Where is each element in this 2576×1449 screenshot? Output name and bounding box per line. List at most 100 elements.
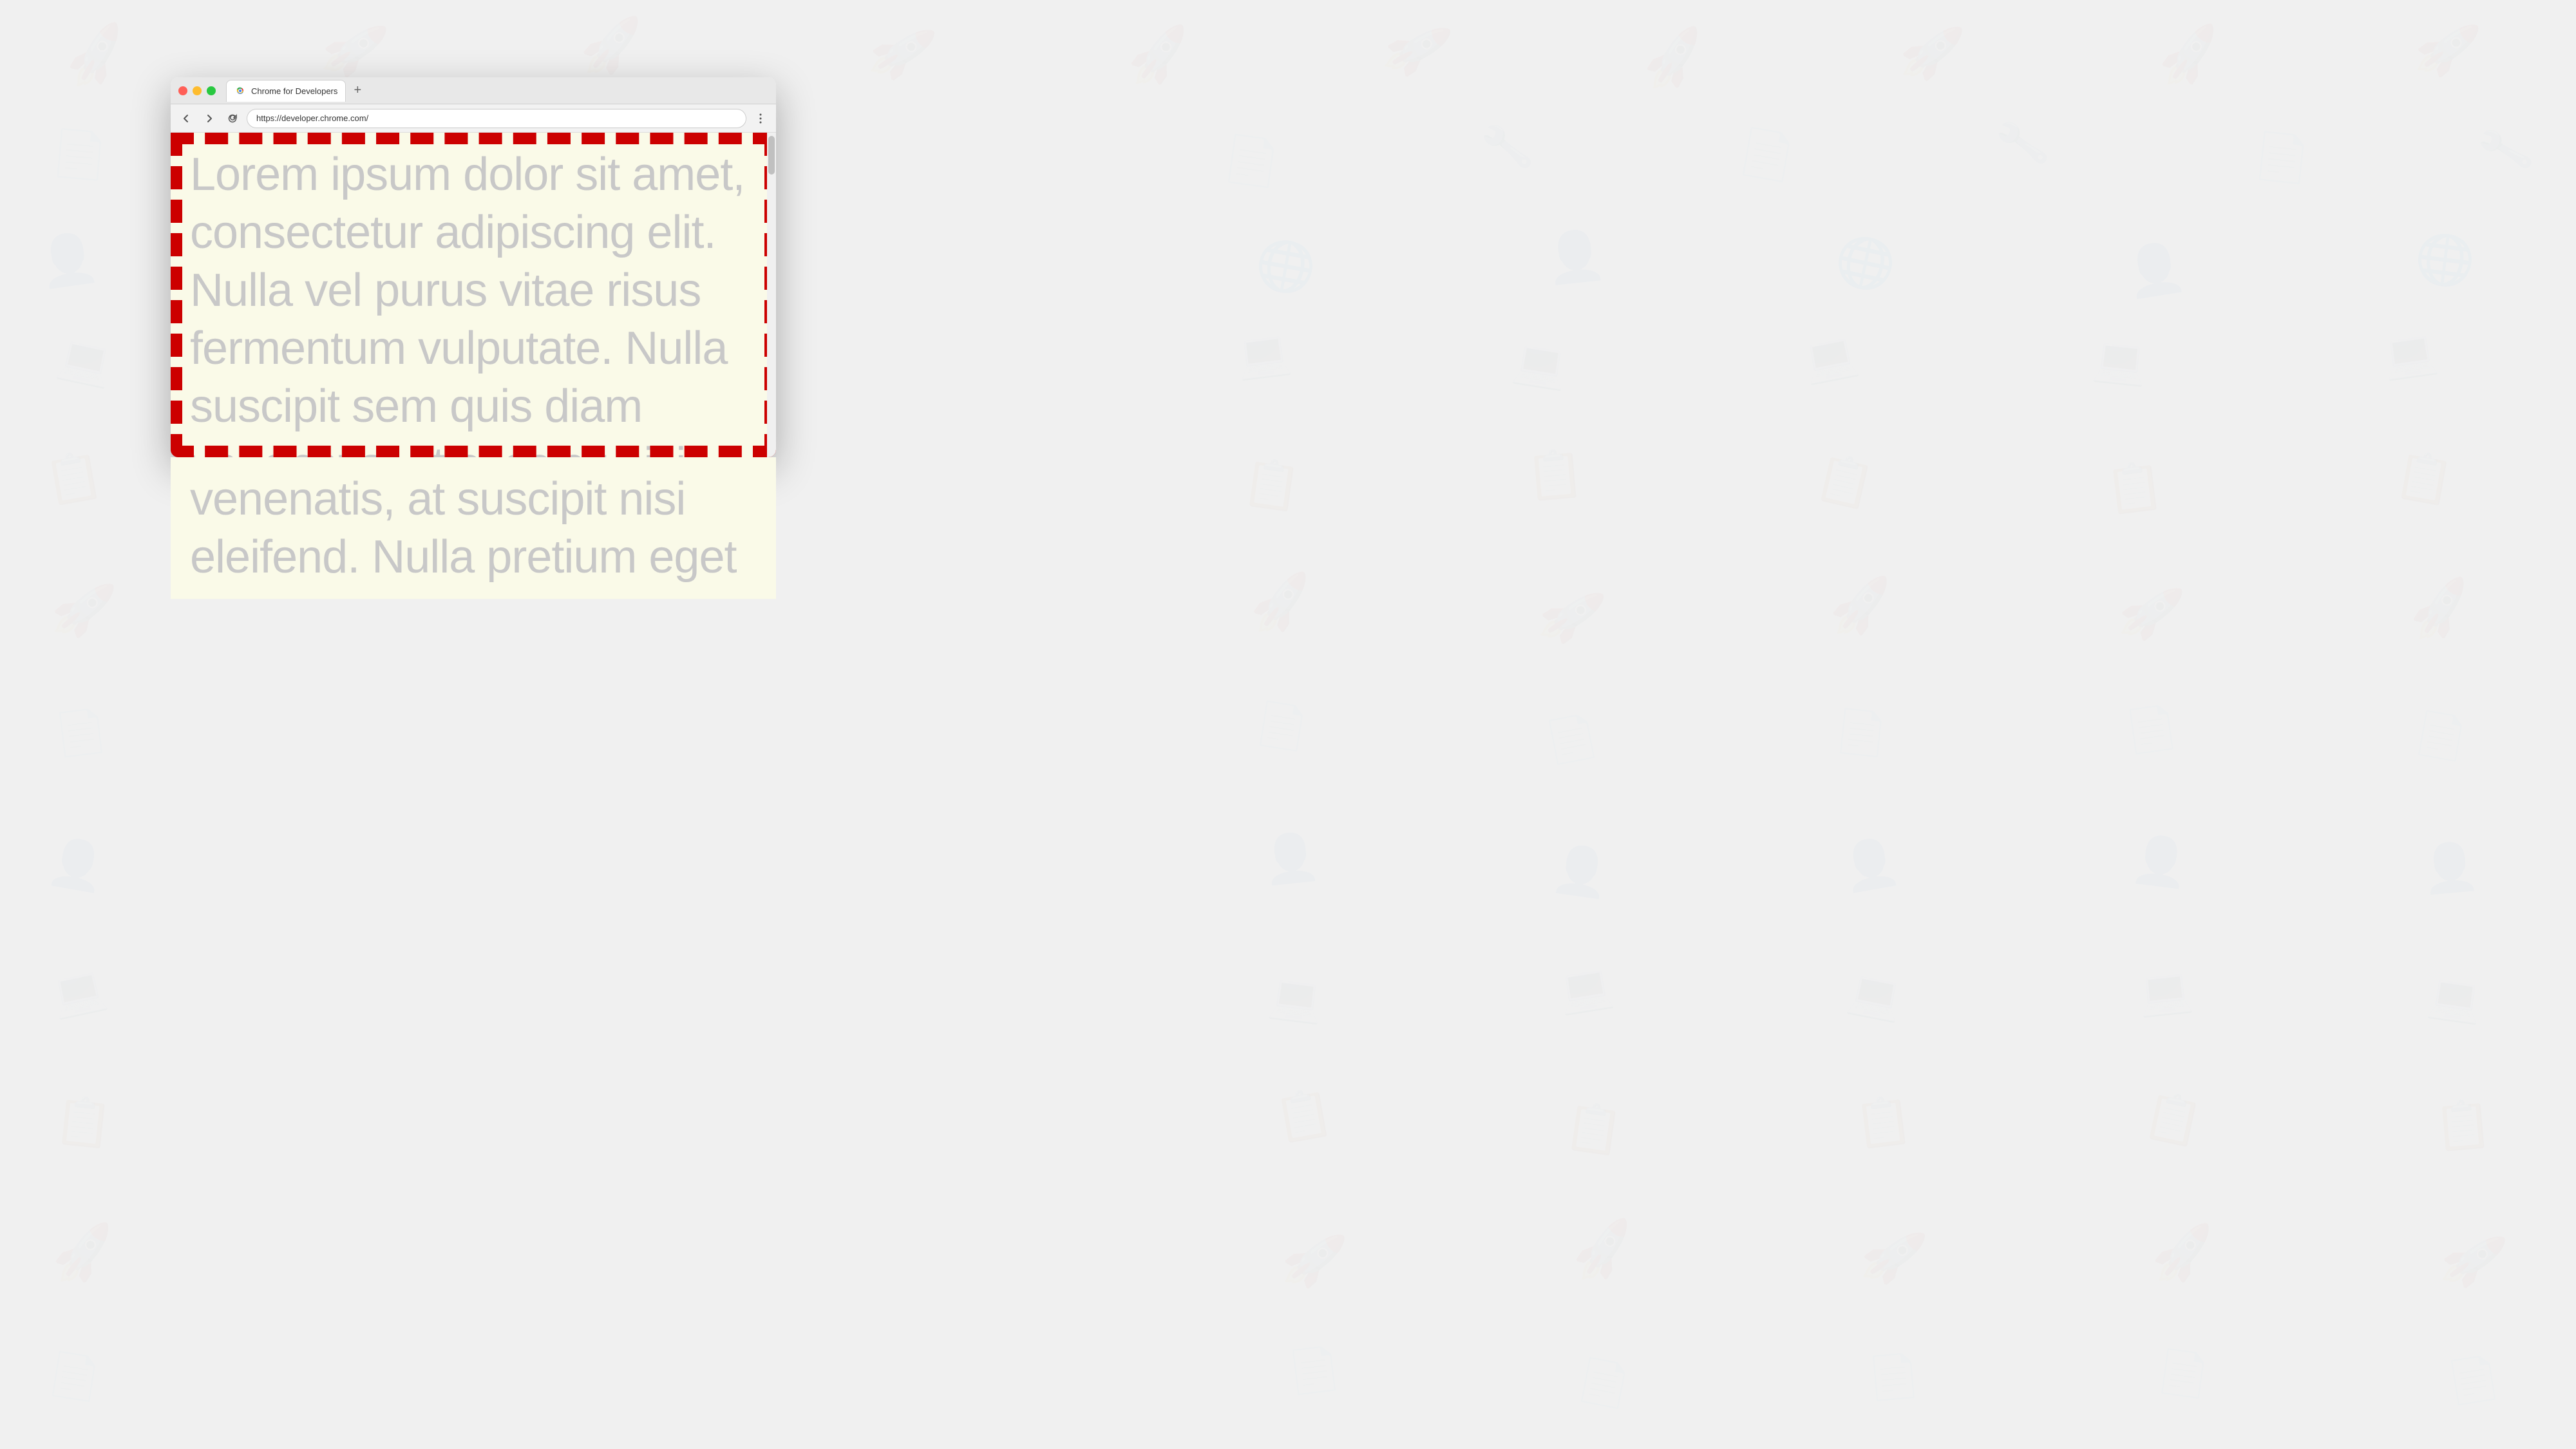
page-content: Lorem ipsum dolor sit amet, consectetur … — [171, 133, 776, 457]
deco-icon: 🚀 — [2148, 1220, 2218, 1287]
deco-html-badge: 📋 — [1811, 448, 1879, 515]
deco-globe-icon: 🌐 — [1251, 234, 1320, 300]
deco-icon: 🚀 — [1857, 1222, 1929, 1292]
close-button[interactable] — [178, 86, 187, 95]
below-browser-content: venenatis, at suscipit nisi eleifend. Nu… — [171, 457, 776, 599]
deco-html-badge: 📋 — [1524, 445, 1586, 504]
deco-person-icon: 👤 — [44, 833, 110, 896]
scrollbar[interactable] — [767, 133, 776, 457]
deco-html-icon: 📄 — [1573, 1354, 1634, 1412]
deco-html-icon: 📄 — [2251, 129, 2313, 188]
deco-icon: 🚀 — [1566, 1215, 1641, 1286]
browser-window: Chrome for Developers + — [171, 77, 776, 457]
nav-bar — [171, 104, 776, 133]
deco-person-icon: 👤 — [1543, 225, 1609, 288]
deco-icon: 🚀 — [2403, 574, 2478, 647]
deco-icon: 🚀 — [58, 19, 136, 94]
back-arrow-icon — [181, 113, 191, 124]
deco-person-icon: 👤 — [2419, 838, 2481, 897]
forward-button[interactable] — [200, 109, 218, 128]
window-controls — [178, 86, 216, 95]
deco-icon: 🚀 — [1278, 1227, 1349, 1294]
deco-code-icon: 💻 — [2136, 963, 2195, 1020]
deco-html-icon: 🔧 — [1479, 120, 1535, 174]
deco-icon: 🚀 — [1123, 22, 1195, 91]
deco-icon: 🚀 — [1897, 20, 1966, 86]
deco-html-icon: 📄 — [2411, 708, 2471, 765]
deco-person-icon: 👤 — [1260, 828, 1323, 889]
deco-html-badge: 📋 — [1240, 453, 1305, 516]
tab-area: Chrome for Developers + — [226, 80, 768, 102]
title-bar: Chrome for Developers + — [171, 77, 776, 104]
deco-html-badge: 📋 — [2391, 446, 2458, 510]
tab-title: Chrome for Developers — [251, 86, 337, 96]
deco-html-icon: 📄 — [1866, 1350, 1922, 1404]
deco-icon: 🚀 — [1245, 569, 1318, 638]
more-options-icon — [755, 113, 766, 124]
deco-html-icon: 📄 — [2444, 1352, 2503, 1408]
address-bar[interactable] — [247, 109, 746, 128]
deco-globe-icon: 🌐 — [2412, 229, 2478, 292]
deco-html-icon: 📄 — [1735, 124, 1799, 186]
deco-code-icon: 💻 — [1233, 325, 1294, 383]
deco-html-badge: 📋 — [2139, 1086, 2207, 1152]
forward-arrow-icon — [204, 113, 214, 124]
deco-icon: 🚀 — [1826, 573, 1896, 640]
deco-code-icon: 💻 — [2090, 332, 2150, 389]
deco-icon: 🚀 — [2411, 15, 2483, 84]
back-button[interactable] — [177, 109, 195, 128]
deco-html-badge: 📋 — [2432, 1095, 2494, 1155]
deco-html-badge: 📋 — [52, 1092, 115, 1153]
deco-code-icon: 💻 — [1799, 327, 1862, 388]
deco-person-icon: 👤 — [35, 228, 102, 292]
deco-icon: 🚀 — [317, 14, 391, 85]
deco-icon: 🚀 — [2153, 21, 2226, 91]
deco-html-icon: 📄 — [52, 705, 110, 760]
reload-button[interactable] — [223, 109, 242, 128]
deco-icon: 🚀 — [577, 14, 646, 79]
deco-code-icon: 💻 — [1555, 959, 1616, 1018]
deco-code-icon: 💻 — [2425, 969, 2486, 1027]
new-tab-button[interactable]: + — [348, 82, 366, 100]
deco-icon: 🚀 — [2436, 1225, 2510, 1296]
deco-icon: 🚀 — [48, 1220, 120, 1289]
deco-html-badge: 📋 — [2103, 457, 2166, 518]
deco-code-icon: 💻 — [53, 330, 117, 392]
deco-person-icon: 👤 — [1837, 833, 1904, 896]
deco-person-icon: 👤 — [2121, 237, 2190, 303]
deco-html-icon: 📄 — [1285, 1343, 1343, 1397]
deco-html-badge: 📋 — [1852, 1092, 1915, 1153]
more-options-button[interactable] — [752, 109, 770, 128]
active-tab[interactable]: Chrome for Developers — [226, 80, 346, 102]
deco-html-badge: 📋 — [1562, 1097, 1627, 1160]
scrollbar-thumb[interactable] — [768, 136, 775, 175]
minimize-button[interactable] — [193, 86, 202, 95]
deco-html-badge: 📋 — [41, 446, 107, 510]
maximize-button[interactable] — [207, 86, 216, 95]
deco-code-icon: 💻 — [2380, 325, 2441, 383]
deco-icon: 🚀 — [1534, 580, 1609, 652]
deco-html-icon: 📄 — [1253, 698, 1312, 755]
deco-html-icon: 📄 — [45, 1349, 104, 1405]
chrome-logo-icon — [234, 85, 246, 97]
deco-html-icon: 📄 — [50, 126, 110, 184]
deco-html-icon: 📄 — [1833, 706, 1889, 760]
deco-html-icon: 🔧 — [2474, 120, 2537, 180]
deco-html-badge: 📋 — [1271, 1084, 1337, 1148]
deco-html-icon: 🔧 — [1993, 116, 2052, 172]
deco-code-icon: 💻 — [1265, 969, 1326, 1027]
deco-icon: 🚀 — [864, 17, 939, 90]
deco-icon: 🚀 — [2115, 579, 2187, 648]
deco-person-icon: 👤 — [2128, 831, 2192, 892]
deco-icon: 🚀 — [49, 577, 118, 643]
deco-icon: 🚀 — [1636, 23, 1712, 96]
deco-person-icon: 👤 — [1549, 840, 1614, 902]
reload-icon — [227, 113, 238, 124]
deco-globe-icon: 🌐 — [1830, 229, 1901, 297]
deco-icon: 🚀 — [1378, 12, 1456, 88]
deco-code-icon: 💻 — [47, 961, 111, 1023]
deco-html-icon: 📄 — [1541, 710, 1602, 768]
deco-code-icon: 💻 — [1844, 965, 1907, 1026]
lorem-text: Lorem ipsum dolor sit amet, consectetur … — [190, 146, 757, 457]
deco-html-icon: 📄 — [2122, 702, 2181, 758]
